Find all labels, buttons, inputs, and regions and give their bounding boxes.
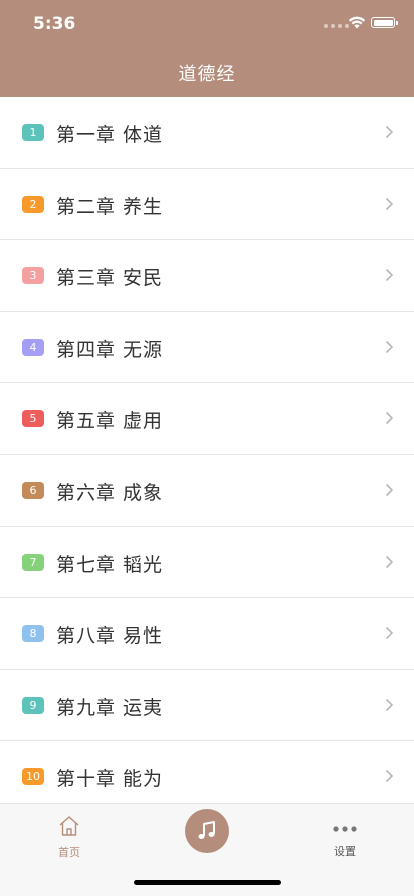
chapter-number-badge: 8 [22,625,44,643]
chapter-row[interactable]: 9 第九章 运夷 [0,670,414,742]
chevron-right-icon [385,698,394,711]
chapter-number-badge: 3 [22,267,44,285]
chapter-list: 1 第一章 体道 2 第二章 养生 3 第三章 安民 4 第四章 无源 5 第五章 虚用 6 第六章 … [0,97,414,813]
chevron-right-icon [385,555,394,568]
chapter-row[interactable]: 5 第五章 虚用 [0,383,414,455]
home-icon [59,816,79,836]
chevron-right-icon [385,197,394,210]
chapter-title: 第二章 养生 [56,195,164,218]
music-note-icon [198,821,215,839]
chevron-right-icon [385,770,394,783]
chapter-row[interactable]: 2 第二章 养生 [0,169,414,241]
music-play-button[interactable] [185,809,229,853]
page-title: 道德经 [178,64,236,85]
chevron-right-icon [385,269,394,282]
chapter-number-badge: 6 [22,481,44,499]
chapter-number-badge: 7 [22,553,44,571]
chapter-number-badge: 2 [22,195,44,213]
chapter-title: 第七章 韬光 [56,553,164,576]
chapter-title: 第五章 虚用 [56,410,164,433]
wifi-icon [348,16,366,29]
home-indicator [134,880,281,885]
signal-icon [324,24,349,28]
chapter-title: 第八章 易性 [56,625,164,648]
chapter-title: 第四章 无源 [56,338,164,361]
chapter-row[interactable]: 7 第七章 韬光 [0,527,414,599]
chapter-row[interactable]: 3 第三章 安民 [0,240,414,312]
chapter-title: 第六章 成象 [56,481,164,504]
chapter-number-badge: 10 [22,768,44,786]
status-time: 5:36 [33,14,76,34]
tab-home-label: 首页 [58,846,80,859]
tab-settings[interactable]: 设置 [324,818,366,859]
tab-home[interactable]: 首页 [48,814,90,860]
chapter-number-badge: 9 [22,696,44,714]
chevron-right-icon [385,412,394,425]
chapter-row[interactable]: 1 第一章 体道 [0,97,414,169]
chapter-title: 第三章 安民 [56,267,164,290]
chapter-number-badge: 1 [22,124,44,141]
chapter-number-badge: 4 [22,338,44,356]
battery-icon [371,17,398,28]
nav-header: 5:36 道德经 [0,0,414,97]
chapter-row[interactable]: 4 第四章 无源 [0,312,414,384]
more-dots-icon [333,826,357,832]
chevron-right-icon [385,483,394,497]
chapter-row[interactable]: 8 第八章 易性 [0,598,414,670]
chapter-number-badge: 5 [22,410,44,428]
chevron-right-icon [385,627,394,640]
chevron-right-icon [385,125,394,139]
status-bar: 5:36 [0,0,414,50]
chevron-right-icon [385,340,394,353]
chapter-title: 第九章 运夷 [56,696,164,719]
chapter-title: 第一章 体道 [56,124,164,146]
chapter-row[interactable]: 6 第六章 成象 [0,455,414,527]
chapter-title: 第十章 能为 [56,768,164,791]
tab-settings-label: 设置 [334,845,356,858]
